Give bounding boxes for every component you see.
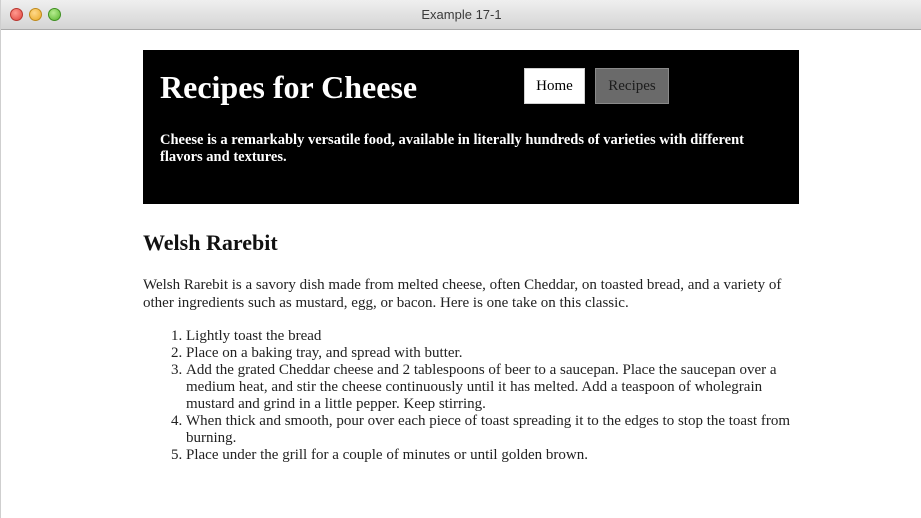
recipe-title: Welsh Rarebit [143,230,278,255]
window-titlebar[interactable]: Example 17-1 [1,0,921,30]
recipe-step: Place on a baking tray, and spread with … [186,345,799,362]
recipe-step: When thick and smooth, pour over each pi… [186,413,799,447]
browser-window: Example 17-1 Recipes for Cheese Home Rec… [0,0,921,518]
page-content: Recipes for Cheese Home Recipes Cheese i… [143,50,799,464]
recipe-step: Place under the grill for a couple of mi… [186,447,799,464]
nav-home-link[interactable]: Home [524,68,585,104]
nav-recipes-link[interactable]: Recipes [595,68,669,104]
recipe-article: Welsh Rarebit Welsh Rarebit is a savory … [143,230,799,464]
recipe-intro: Welsh Rarebit is a savory dish made from… [143,277,782,311]
window-title: Example 17-1 [421,7,502,22]
recipe-step: Lightly toast the bread [186,328,799,345]
site-title: Recipes for Cheese [160,69,418,105]
recipe-steps-list: Lightly toast the bread Place on a bakin… [143,328,799,464]
recipe-step: Add the grated Cheddar cheese and 2 tabl… [186,362,799,413]
site-tagline: Cheese is a remarkably versatile food, a… [160,132,744,165]
site-header: Recipes for Cheese Home Recipes Cheese i… [143,50,799,204]
